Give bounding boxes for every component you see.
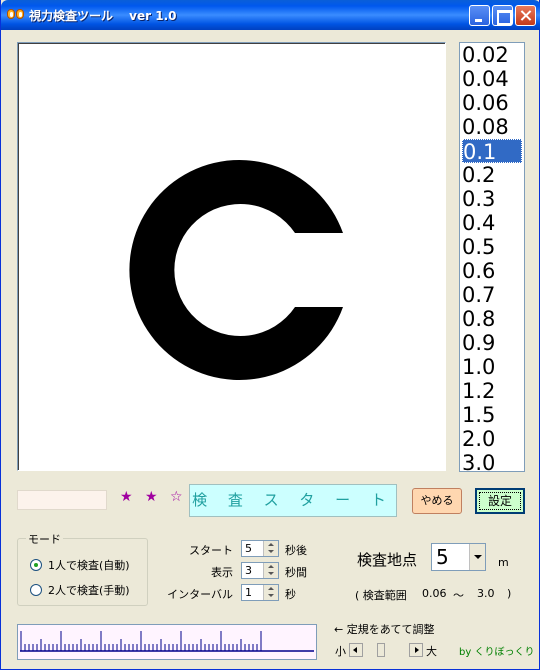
scroll-right-icon[interactable] [409,643,423,657]
acuity-item[interactable]: 0.9 [460,331,524,355]
acuity-item[interactable]: 0.1 [462,139,522,164]
interval-label: インターバル [167,588,233,601]
settings-button[interactable]: 設定 [475,488,525,514]
credit-text: by くりぼっくり [459,647,535,658]
distance-select[interactable]: 5 [431,543,486,571]
scroll-thumb[interactable] [377,643,385,657]
acuity-item[interactable]: 0.3 [460,187,524,211]
display-time-value[interactable]: 3 [245,564,252,577]
acuity-item[interactable]: 0.6 [460,259,524,283]
range-open: ( 検査範囲 [355,589,407,602]
spinner-arrows-icon[interactable] [263,585,278,600]
star-rating: ★ ★ ☆ [120,489,187,505]
minimize-icon[interactable] [469,5,490,26]
display-time-spinner[interactable]: 3 [241,562,279,579]
acuity-item[interactable]: 1.5 [460,403,524,427]
maximize-icon[interactable] [492,5,513,26]
interval-value[interactable]: 1 [245,586,252,599]
app-window: 視力検査ツール ver 1.0 0.02 0.04 0.06 0.08 0.1 0.2 0.… [0,0,540,670]
ruler-scale-scrollbar[interactable] [349,643,423,657]
acuity-item[interactable]: 0.08 [460,115,524,139]
spinner-arrows-icon[interactable] [263,563,278,578]
zoom-large-label: 大 [426,645,437,658]
distance-unit: m [498,556,509,569]
distance-value[interactable]: 5 [436,545,449,569]
stop-button[interactable]: やめる [412,488,462,514]
mode-option-auto-label: 1人で検査(自動) [48,559,130,572]
ruler-hint: ← 定規をあてて調整 [334,623,435,636]
chart-display [17,42,446,471]
mode-option-auto[interactable]: 1人で検査(自動) [30,557,130,573]
ruler-ticks [20,631,314,652]
display-time-label: 表示 [211,566,233,579]
start-delay-label: スタート [189,544,233,557]
acuity-item[interactable]: 1.0 [460,355,524,379]
interval-unit: 秒 [285,588,296,601]
window-title: 視力検査ツール ver 1.0 [29,9,177,23]
title-bar[interactable]: 視力検査ツール ver 1.0 [1,0,540,30]
start-delay-unit: 秒後 [285,544,307,557]
start-delay-value[interactable]: 5 [245,542,252,555]
range-min: 0.06 [422,587,447,600]
display-time-unit: 秒間 [285,566,307,579]
ruler [17,624,317,660]
mode-option-manual[interactable]: 2人で検査(手動) [30,582,130,598]
status-field [17,490,107,510]
interval-spinner[interactable]: 1 [241,584,279,601]
start-test-button[interactable]: 検 査 ス タ ー ト [189,484,397,517]
close-icon[interactable] [515,5,536,26]
acuity-item[interactable]: 0.8 [460,307,524,331]
mode-group: モード 1人で検査(自動) 2人で検査(手動) [17,531,148,606]
spinner-arrows-icon[interactable] [263,541,278,556]
acuity-item[interactable]: 3.0 [460,451,524,471]
range-max: 3.0 [477,587,495,600]
chevron-down-icon[interactable] [469,544,485,570]
acuity-item[interactable]: 0.5 [460,235,524,259]
radio-manual[interactable] [30,584,42,596]
acuity-item[interactable]: 2.0 [460,427,524,451]
range-separator: ～ [453,589,464,602]
eyes-icon [7,8,25,22]
scroll-left-icon[interactable] [349,643,363,657]
acuity-item[interactable]: 0.02 [460,43,524,67]
range-close: ) [507,587,512,600]
mode-legend: モード [26,531,63,547]
acuity-item[interactable]: 0.04 [460,67,524,91]
acuity-item[interactable]: 1.2 [460,379,524,403]
landolt-ring-icon [129,160,343,380]
acuity-item[interactable]: 0.7 [460,283,524,307]
acuity-item[interactable]: 0.06 [460,91,524,115]
acuity-list[interactable]: 0.02 0.04 0.06 0.08 0.1 0.2 0.3 0.4 0.5 0.6 0.7 0.8… [459,42,525,472]
acuity-item[interactable]: 0.4 [460,211,524,235]
zoom-small-label: 小 [335,645,346,658]
acuity-item[interactable]: 0.2 [460,163,524,187]
mode-option-manual-label: 2人で検査(手動) [48,584,130,597]
radio-auto[interactable] [30,559,42,571]
start-delay-spinner[interactable]: 5 [241,540,279,557]
distance-label: 検査地点 [357,551,418,569]
